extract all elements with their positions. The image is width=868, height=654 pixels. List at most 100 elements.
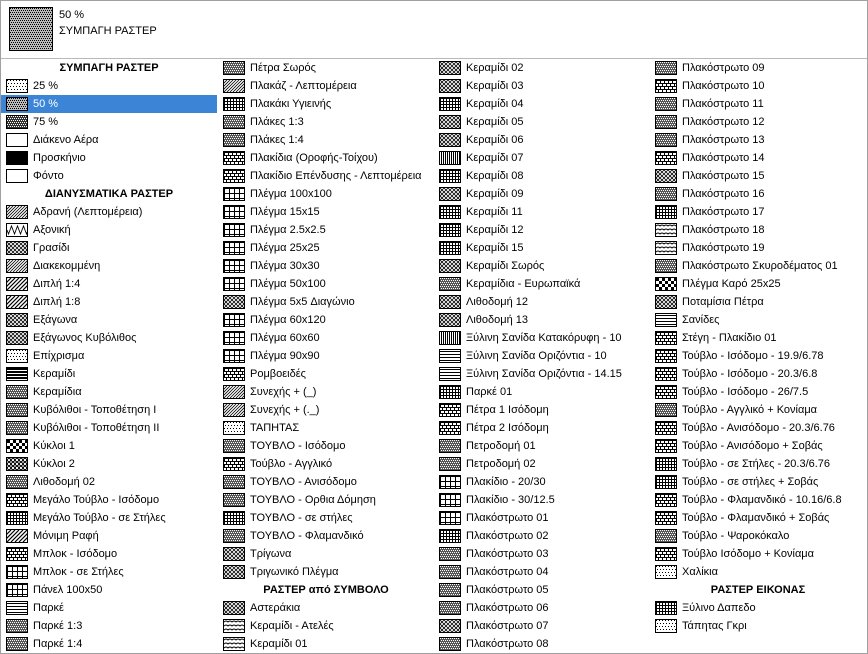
fill-item[interactable]: Κυβόλιθοι - Τοποθέτηση I: [1, 401, 217, 419]
fill-item[interactable]: Κεραμίδι 04: [434, 95, 650, 113]
fill-item[interactable]: Κύκλοι 1: [1, 437, 217, 455]
fill-item[interactable]: Πλάκες 1:3: [218, 113, 434, 131]
fill-item[interactable]: Ξύλινη Σανίδα Κατακόρυφη - 10: [434, 329, 650, 347]
fill-item[interactable]: Κεραμίδι 08: [434, 167, 650, 185]
fill-item[interactable]: Λιθοδομή 02: [1, 473, 217, 491]
fill-item[interactable]: Μπλοκ - Ισόδομο: [1, 545, 217, 563]
fill-item[interactable]: ΤΟΥΒΛΟ - Ανισόδομο: [218, 473, 434, 491]
fill-item[interactable]: Τούβλο - σε Στήλες - 20.3/6.76: [650, 455, 866, 473]
fill-item[interactable]: Κεραμίδι - Ατελές: [218, 617, 434, 635]
fill-item[interactable]: ΤΟΥΒΛΟ - Φλαμανδικό: [218, 527, 434, 545]
fill-item[interactable]: Τούβλο - Αγγλικό: [218, 455, 434, 473]
fill-item[interactable]: Πλακόστρωτο 13: [650, 131, 866, 149]
fill-item[interactable]: Πετροδομή 02: [434, 455, 650, 473]
fill-item[interactable]: Κεραμίδι 05: [434, 113, 650, 131]
fill-item[interactable]: Τούβλο - Αγγλικό + Κονίαμα: [650, 401, 866, 419]
fill-item[interactable]: Ξύλινη Σανίδα Οριζόντια - 14.15: [434, 365, 650, 383]
fill-item[interactable]: Πέτρα Σωρός: [218, 59, 434, 77]
fill-item[interactable]: Πέτρα 2 Ισόδομη: [434, 419, 650, 437]
fill-item[interactable]: Κεραμίδια - Ευρωπαϊκά: [434, 275, 650, 293]
fill-item[interactable]: Πλακόστρωτο 05: [434, 581, 650, 599]
fill-item[interactable]: Πλακόστρωτο 10: [650, 77, 866, 95]
fill-item[interactable]: Αστεράκια: [218, 599, 434, 617]
fill-item[interactable]: Πλακόστρωτο 16: [650, 185, 866, 203]
fill-item[interactable]: Τούβλο - Ισόδομο - 20.3/6.8: [650, 365, 866, 383]
fill-item[interactable]: Τούβλο - Ψαροκόκαλο: [650, 527, 866, 545]
fill-item[interactable]: Πλακόστρωτο Σκυροδέματος 01: [650, 257, 866, 275]
fill-item[interactable]: ΤΟΥΒΛΟ - σε στήλες: [218, 509, 434, 527]
fill-item[interactable]: Πλακόστρωτο 12: [650, 113, 866, 131]
fill-item[interactable]: Πλακόστρωτο 08: [434, 635, 650, 653]
fill-item[interactable]: Πλέγμα 15x15: [218, 203, 434, 221]
fill-item[interactable]: Πλέγμα 90x90: [218, 347, 434, 365]
fill-item[interactable]: Πλακίδιο - 20/30: [434, 473, 650, 491]
fill-item[interactable]: Σανίδες: [650, 311, 866, 329]
fill-item[interactable]: Τριγωνικό Πλέγμα: [218, 563, 434, 581]
fill-item[interactable]: Παρκέ: [1, 599, 217, 617]
fill-item[interactable]: 75 %: [1, 113, 217, 131]
fill-item[interactable]: Κεραμίδι 07: [434, 149, 650, 167]
fill-item[interactable]: Κεραμίδι 02: [434, 59, 650, 77]
fill-item[interactable]: Πλέγμα 30x30: [218, 257, 434, 275]
fill-item[interactable]: Τούβλο - Ισόδομο - 19.9/6.78: [650, 347, 866, 365]
fill-item[interactable]: Επίχρισμα: [1, 347, 217, 365]
fill-item[interactable]: ΤΑΠΗΤΑΣ: [218, 419, 434, 437]
fill-item[interactable]: Μόνιμη Ραφή: [1, 527, 217, 545]
fill-item[interactable]: Πλακόστρωτο 17: [650, 203, 866, 221]
fill-item[interactable]: Πλέγμα 60x60: [218, 329, 434, 347]
fill-item[interactable]: Συνεχής + (_): [218, 383, 434, 401]
fill-item[interactable]: Αξονική: [1, 221, 217, 239]
fill-item[interactable]: Ξύλινο Δαπεδο: [650, 599, 866, 617]
fill-item[interactable]: Λιθοδομή 13: [434, 311, 650, 329]
fill-item[interactable]: Πάνελ 100x50: [1, 581, 217, 599]
fill-item[interactable]: Πλέγμα 2.5x2.5: [218, 221, 434, 239]
fill-item[interactable]: Τούβλο Ισόδομο + Κονίαμα: [650, 545, 866, 563]
fill-item[interactable]: Πλακάζ - Λεπτομέρεια: [218, 77, 434, 95]
fill-item[interactable]: Προσκήνιο: [1, 149, 217, 167]
fill-item[interactable]: Παρκέ 1:4: [1, 635, 217, 653]
fill-item[interactable]: Κύκλοι 2: [1, 455, 217, 473]
fill-item[interactable]: Μεγάλο Τούβλο - σε Στήλες: [1, 509, 217, 527]
fill-item[interactable]: ΤΟΥΒΛΟ - Ισόδομο: [218, 437, 434, 455]
fill-item[interactable]: Ποταμίσια Πέτρα: [650, 293, 866, 311]
fill-item[interactable]: Πλακόστρωτο 06: [434, 599, 650, 617]
fill-item[interactable]: Πλέγμα 5x5 Διαγώνιο: [218, 293, 434, 311]
fill-item[interactable]: Πλέγμα 60x120: [218, 311, 434, 329]
fill-item[interactable]: Παρκέ 01: [434, 383, 650, 401]
fill-item[interactable]: Πέτρα 1 Ισόδομη: [434, 401, 650, 419]
fill-item[interactable]: Κεραμίδι 09: [434, 185, 650, 203]
fill-item[interactable]: Πλακίδια (Οροφής-Τοίχου): [218, 149, 434, 167]
fill-item[interactable]: Εξάγωνα: [1, 311, 217, 329]
fill-item[interactable]: Πλάκες 1:4: [218, 131, 434, 149]
fill-list[interactable]: ΣΥΜΠΑΓΗ ΡΑΣΤΕΡ 25 % 50 % 75 % Διάκενο Αέρα Πρ…: [1, 59, 867, 653]
fill-item[interactable]: Τούβλο - Ανισόδομο + Σοβάς: [650, 437, 866, 455]
fill-item[interactable]: Κεραμίδι 12: [434, 221, 650, 239]
fill-item[interactable]: Μεγάλο Τούβλο - Ισόδομο: [1, 491, 217, 509]
fill-item[interactable]: Χαλίκια: [650, 563, 866, 581]
fill-item[interactable]: Συνεχής + (._): [218, 401, 434, 419]
fill-item[interactable]: Πλέγμα Καρό 25x25: [650, 275, 866, 293]
fill-item[interactable]: Πλακόστρωτο 11: [650, 95, 866, 113]
fill-item[interactable]: Κεραμίδια: [1, 383, 217, 401]
fill-item[interactable]: Πλακόστρωτο 09: [650, 59, 866, 77]
fill-item[interactable]: Πλακάκι Υγιεινής: [218, 95, 434, 113]
fill-item[interactable]: Κεραμίδι: [1, 365, 217, 383]
fill-item[interactable]: Διπλή 1:8: [1, 293, 217, 311]
fill-item[interactable]: ΤΟΥΒΛΟ - Ορθια Δόμηση: [218, 491, 434, 509]
fill-item[interactable]: Πλέγμα 100x100: [218, 185, 434, 203]
fill-item[interactable]: Κεραμίδι 01: [218, 635, 434, 653]
fill-item[interactable]: Κεραμίδι 03: [434, 77, 650, 95]
fill-item[interactable]: Ξύλινη Σανίδα Οριζόντια - 10: [434, 347, 650, 365]
fill-item[interactable]: Μπλοκ - σε Στήλες: [1, 563, 217, 581]
fill-item[interactable]: Τρίγωνα: [218, 545, 434, 563]
fill-item[interactable]: Πλακίδιο Επένδυσης - Λεπτομέρεια: [218, 167, 434, 185]
fill-item[interactable]: Διακεκομμένη: [1, 257, 217, 275]
fill-item[interactable]: Πλακόστρωτο 14: [650, 149, 866, 167]
fill-item[interactable]: Πλακόστρωτο 04: [434, 563, 650, 581]
fill-item[interactable]: Τούβλο - Φλαμανδικό - 10.16/6.8: [650, 491, 866, 509]
fill-item[interactable]: Διπλή 1:4: [1, 275, 217, 293]
fill-item[interactable]: Πλακόστρωτο 19: [650, 239, 866, 257]
fill-item[interactable]: Πλέγμα 50x100: [218, 275, 434, 293]
fill-item-selected[interactable]: 50 %: [1, 95, 217, 113]
fill-item[interactable]: Πλακόστρωτο 18: [650, 221, 866, 239]
